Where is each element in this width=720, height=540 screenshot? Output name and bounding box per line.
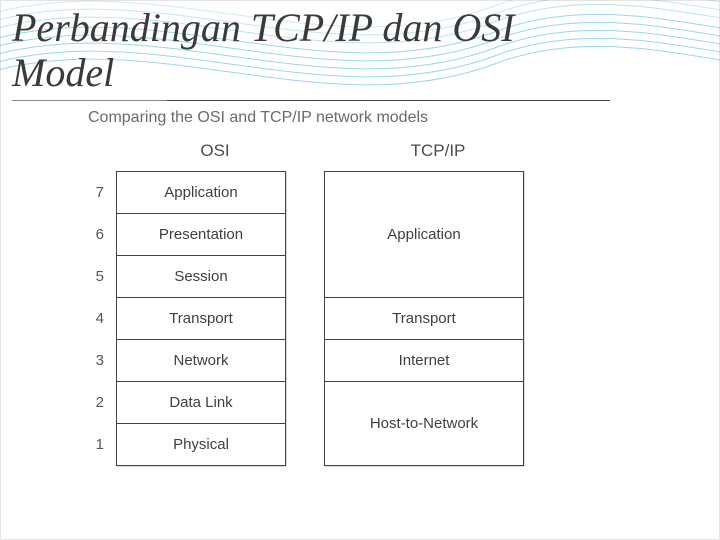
layer-number: 7 bbox=[70, 171, 116, 213]
column-headers: OSI TCP/IP bbox=[70, 141, 610, 161]
page-title: Perbandingan TCP/IP dan OSI Model bbox=[12, 6, 515, 96]
layer-numbers: 7654321 bbox=[70, 171, 116, 465]
osi-layer-cell: Transport bbox=[116, 298, 286, 340]
tcpip-layer-cell: Application bbox=[324, 172, 524, 298]
osi-stack: ApplicationPresentationSessionTransportN… bbox=[116, 171, 286, 466]
osi-layer-cell: Data Link bbox=[116, 382, 286, 424]
comparison-diagram: Comparing the OSI and TCP/IP network mod… bbox=[70, 100, 610, 466]
layer-number: 6 bbox=[70, 213, 116, 255]
tcpip-stack: ApplicationTransportInternetHost-to-Netw… bbox=[324, 171, 524, 466]
diagram-subtitle: Comparing the OSI and TCP/IP network mod… bbox=[88, 109, 610, 127]
layer-number: 5 bbox=[70, 255, 116, 297]
osi-header: OSI bbox=[130, 141, 300, 161]
layer-number: 4 bbox=[70, 297, 116, 339]
tcpip-layer-cell: Internet bbox=[324, 340, 524, 382]
osi-layer-cell: Application bbox=[116, 172, 286, 214]
layer-number: 3 bbox=[70, 339, 116, 381]
osi-layer-cell: Session bbox=[116, 256, 286, 298]
layer-number: 2 bbox=[70, 381, 116, 423]
title-underline bbox=[12, 100, 167, 101]
osi-layer-cell: Network bbox=[116, 340, 286, 382]
tcpip-header: TCP/IP bbox=[338, 141, 538, 161]
layer-number: 1 bbox=[70, 423, 116, 465]
title-line-1: Perbandingan TCP/IP dan OSI bbox=[12, 5, 515, 50]
osi-layer-cell: Physical bbox=[116, 424, 286, 466]
tcpip-layer-cell: Host-to-Network bbox=[324, 382, 524, 466]
osi-layer-cell: Presentation bbox=[116, 214, 286, 256]
tcpip-layer-cell: Transport bbox=[324, 298, 524, 340]
layer-stacks: 7654321 ApplicationPresentationSessionTr… bbox=[70, 171, 610, 466]
title-line-2: Model bbox=[12, 50, 114, 95]
